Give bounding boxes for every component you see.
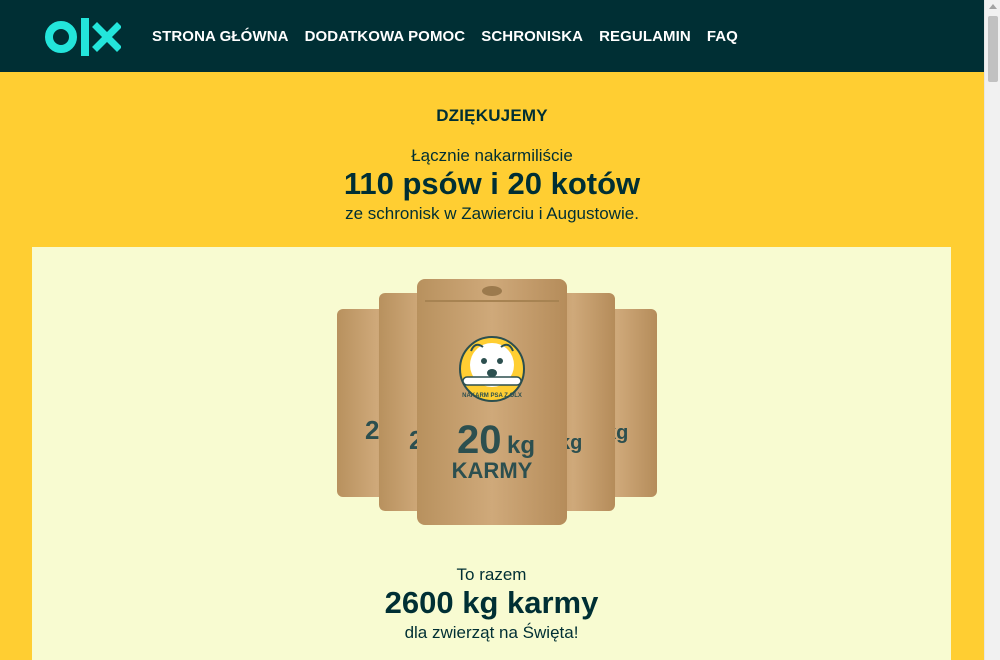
svg-text:NAKARM PSA Z OLX: NAKARM PSA Z OLX bbox=[462, 393, 522, 399]
bag-food-label: KARMY bbox=[452, 458, 533, 483]
olx-logo[interactable]: olx bbox=[45, 17, 121, 57]
scroll-up-arrow-icon[interactable] bbox=[989, 4, 997, 9]
thank-you-heading: DZIĘKUJEMY bbox=[436, 106, 548, 125]
summary-note-text: dla zwierząt na Święta! bbox=[404, 623, 579, 642]
dog-badge-icon: NAKARM PSA Z OLX bbox=[459, 336, 525, 402]
thank-you-section: DZIĘKUJEMY Łącznie nakarmiliście 110 psó… bbox=[0, 72, 984, 247]
scrollbar-thumb[interactable] bbox=[988, 16, 998, 82]
nav-link-help[interactable]: DODATKOWA POMOC bbox=[305, 28, 466, 45]
food-bags-image: 20 kg 20 kg N bbox=[337, 279, 657, 525]
donation-summary-panel: 20 kg 20 kg N bbox=[32, 247, 951, 660]
bag-weight-number: 20 bbox=[457, 418, 502, 462]
summary-food-amount: 2600 kg karmy bbox=[384, 585, 599, 620]
bag-weight-unit: kg bbox=[507, 432, 535, 459]
nav-link-terms[interactable]: REGULAMIN bbox=[599, 28, 691, 45]
top-navbar: olx STRONA GŁÓWNA DODATKOWA POMOC SCHRON… bbox=[0, 0, 984, 72]
shelters-source-text: ze schronisk w Zawierciu i Augustowie. bbox=[345, 204, 639, 223]
nav-link-faq[interactable]: FAQ bbox=[707, 28, 738, 45]
summary-intro-text: To razem bbox=[456, 565, 527, 584]
main-nav: STRONA GŁÓWNA DODATKOWA POMOC SCHRONISKA… bbox=[152, 0, 754, 72]
nav-link-home[interactable]: STRONA GŁÓWNA bbox=[152, 28, 289, 45]
total-fed-count: 110 psów i 20 kotów bbox=[343, 166, 641, 201]
total-intro-text: Łącznie nakarmiliście bbox=[411, 146, 573, 165]
vertical-scrollbar[interactable] bbox=[984, 0, 1000, 660]
front-bag: NAKARM PSA Z OLX 20 kg KARMY bbox=[417, 279, 567, 525]
nav-link-shelters[interactable]: SCHRONISKA bbox=[481, 28, 583, 45]
